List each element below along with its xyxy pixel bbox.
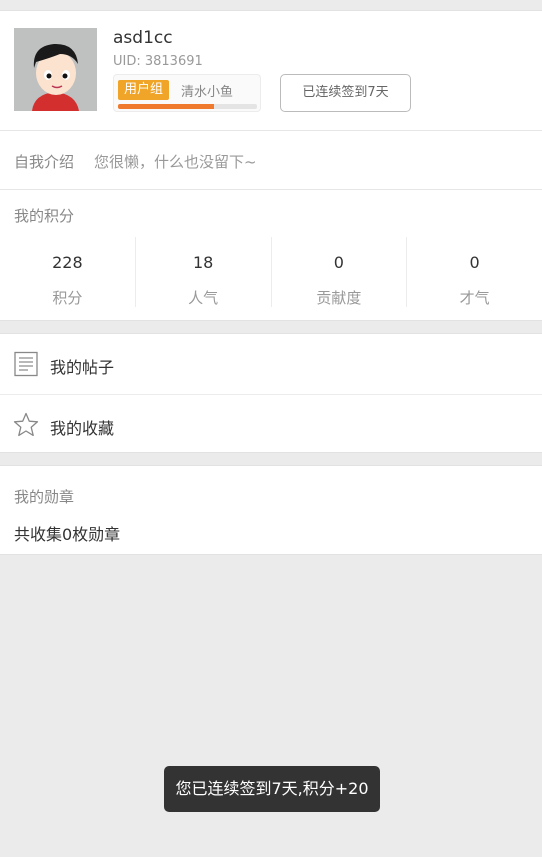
menu-list: 我的帖子 我的收藏 bbox=[0, 333, 542, 453]
self-intro-label: 自我介绍 bbox=[14, 153, 75, 171]
menu-item-my-favorites[interactable]: 我的收藏 bbox=[0, 394, 542, 454]
self-intro-row: 自我介绍 您很懒，什么也没留下~ bbox=[0, 130, 542, 190]
medals-section: 我的勋章 共收集0枚勋章 bbox=[0, 465, 542, 555]
avatar-cartoon-icon bbox=[14, 28, 97, 111]
points-value: 0 bbox=[469, 253, 480, 272]
self-intro-text: 您很懒，什么也没留下~ bbox=[94, 153, 257, 171]
menu-item-my-posts[interactable]: 我的帖子 bbox=[0, 334, 542, 394]
points-section: 我的积分 228 积分 18 人气 0 贡献度 0 才气 bbox=[0, 190, 542, 321]
group-progress-bar bbox=[118, 104, 257, 109]
user-group-name: 清水小鱼 bbox=[181, 85, 234, 100]
signin-status-button[interactable]: 已连续签到7天 bbox=[280, 74, 411, 112]
points-item-score[interactable]: 228 积分 bbox=[0, 237, 135, 307]
top-spacer bbox=[0, 0, 542, 10]
points-label: 人气 bbox=[188, 289, 219, 307]
points-value: 18 bbox=[192, 253, 214, 272]
points-item-popularity[interactable]: 18 人气 bbox=[134, 237, 271, 307]
user-group-tag: 用户组 bbox=[118, 80, 170, 100]
star-icon bbox=[13, 412, 39, 437]
avatar[interactable] bbox=[14, 28, 97, 111]
user-group-box: 用户组 清水小鱼 bbox=[113, 74, 261, 112]
menu-item-label: 我的收藏 bbox=[50, 419, 115, 438]
points-title: 我的积分 bbox=[14, 207, 75, 225]
user-id: UID: 3813691 bbox=[113, 54, 203, 69]
points-item-talent[interactable]: 0 才气 bbox=[406, 237, 542, 307]
toast-message: 您已连续签到7天,积分+20 bbox=[164, 766, 380, 812]
points-label: 积分 bbox=[52, 289, 83, 307]
medals-count: 共收集0枚勋章 bbox=[14, 525, 121, 544]
points-grid: 228 积分 18 人气 0 贡献度 0 才气 bbox=[0, 237, 542, 307]
document-icon bbox=[14, 351, 38, 377]
username: asd1cc bbox=[113, 28, 173, 48]
profile-card: asd1cc UID: 3813691 用户组 清水小鱼 已连续签到7天 bbox=[0, 10, 542, 130]
points-value: 228 bbox=[52, 253, 83, 272]
points-value: 0 bbox=[333, 253, 344, 272]
group-progress-fill bbox=[118, 104, 214, 109]
points-label: 才气 bbox=[459, 289, 490, 307]
medals-title: 我的勋章 bbox=[14, 488, 75, 506]
points-item-contribution[interactable]: 0 贡献度 bbox=[270, 237, 407, 307]
points-label: 贡献度 bbox=[316, 289, 362, 307]
menu-item-label: 我的帖子 bbox=[50, 358, 115, 377]
